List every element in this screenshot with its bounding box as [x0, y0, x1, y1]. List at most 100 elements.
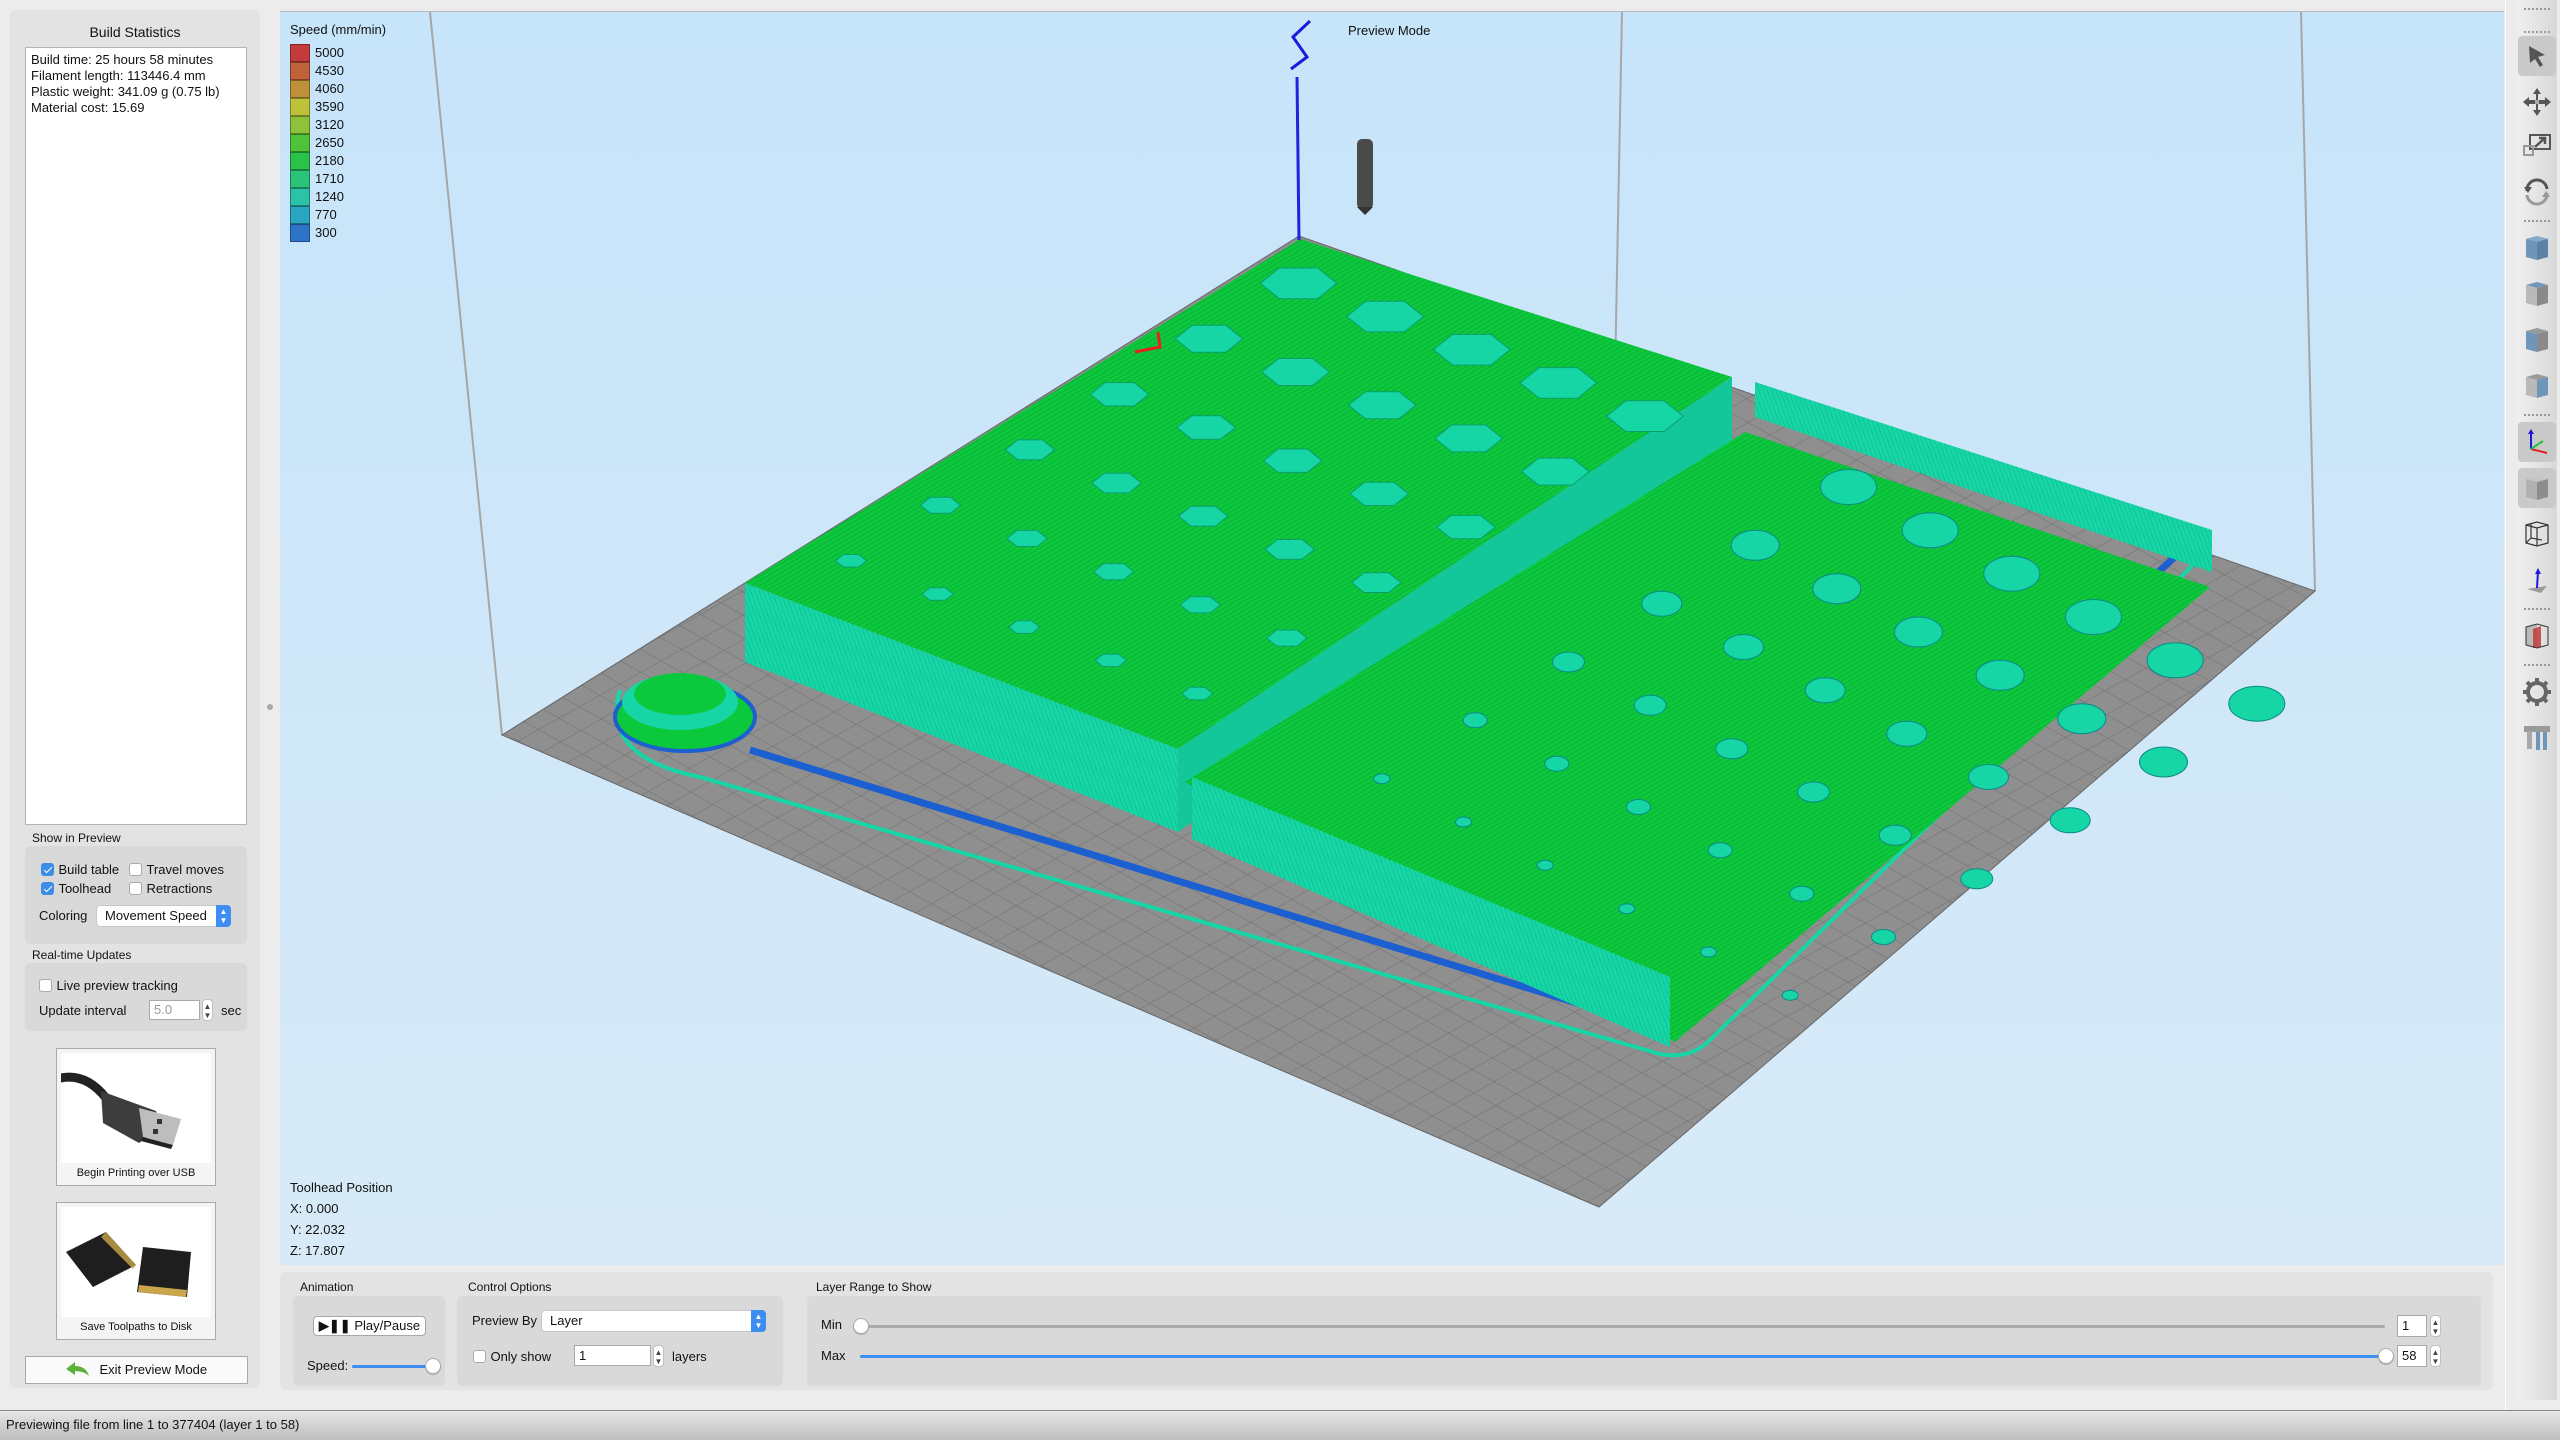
toolhead-x: X: 0.000 — [290, 1201, 339, 1216]
max-layer-slider-track[interactable] — [860, 1355, 2385, 1358]
build-table-label: Build table — [58, 862, 120, 877]
rotate-icon — [2524, 178, 2550, 206]
play-pause-button[interactable]: ▶❚❚ Play/Pause — [313, 1316, 426, 1336]
section-view-button[interactable] — [2518, 616, 2556, 656]
axes-icon — [2528, 429, 2548, 454]
legend-value: 3590 — [315, 99, 344, 114]
round-hole — [1894, 616, 1943, 648]
speed-legend-title: Speed (mm/min) — [290, 22, 387, 37]
legend-swatch — [290, 170, 310, 188]
round-hole — [1536, 859, 1554, 871]
travel-moves-check[interactable] — [129, 863, 142, 876]
update-interval-input[interactable]: 5.0 — [149, 1000, 200, 1020]
right-toolbar — [2505, 0, 2560, 1410]
view-top-button[interactable] — [2518, 274, 2556, 314]
legend-value: 2180 — [315, 153, 344, 168]
cube-right-icon — [2526, 374, 2548, 398]
toolhead-check[interactable] — [41, 882, 54, 895]
speed-slider-knob[interactable] — [425, 1358, 441, 1374]
supports-button[interactable] — [2518, 718, 2556, 758]
max-label: Max — [821, 1348, 846, 1363]
toolhead-checkbox[interactable]: Toolhead — [41, 880, 111, 898]
only-show-checkbox[interactable]: Only show — [473, 1348, 551, 1366]
round-hole — [1552, 651, 1585, 673]
max-layer-stepper[interactable]: ▲ ▼ — [2430, 1345, 2441, 1367]
live-tracking-checkbox[interactable]: Live preview tracking — [39, 977, 178, 995]
play-pause-icon: ▶❚❚ — [318, 1318, 351, 1333]
status-text: Previewing file from line 1 to 377404 (l… — [6, 1417, 300, 1432]
rotate-tool-button[interactable] — [2518, 172, 2556, 212]
toggle-axes-button[interactable] — [2518, 422, 2556, 462]
only-show-check[interactable] — [473, 1350, 486, 1363]
legend-value: 3120 — [315, 117, 344, 132]
animation-group: ▶❚❚ Play/Pause Speed: — [293, 1296, 445, 1386]
retractions-checkbox[interactable]: Retractions — [129, 880, 212, 898]
max-layer-input[interactable]: 58 — [2397, 1345, 2427, 1367]
min-layer-slider-knob[interactable] — [853, 1318, 869, 1334]
status-bar: Previewing file from line 1 to 377404 (l… — [0, 1410, 2560, 1440]
travel-moves-checkbox[interactable]: Travel moves — [129, 861, 224, 879]
coloring-select[interactable]: Movement Speed ▲ ▼ — [96, 905, 231, 927]
legend-swatch — [290, 152, 310, 170]
scale-tool-button[interactable] — [2518, 126, 2556, 166]
only-show-layers-stepper[interactable]: ▲ ▼ — [653, 1345, 664, 1367]
toolbar-grip[interactable] — [2524, 31, 2550, 33]
max-layer-slider-knob[interactable] — [2378, 1348, 2394, 1364]
wireframe-cube-icon — [2525, 521, 2549, 547]
select-tool-button[interactable] — [2518, 36, 2556, 76]
cube-iso-icon — [2526, 236, 2548, 260]
update-interval-stepper[interactable]: ▲ ▼ — [202, 999, 213, 1021]
volume-edge-left — [429, 12, 503, 736]
round-hole — [2139, 746, 2188, 778]
round-hole — [1715, 738, 1749, 760]
min-layer-stepper[interactable]: ▲ ▼ — [2430, 1315, 2441, 1337]
toggle-solid-button[interactable] — [2518, 468, 2556, 508]
round-hole — [1975, 659, 2025, 691]
retractions-check[interactable] — [129, 882, 142, 895]
round-hole — [1700, 946, 1717, 958]
speed-slider-track[interactable] — [352, 1365, 432, 1368]
normal-arrow-icon — [2527, 568, 2547, 593]
toolbar-collapsed-item[interactable] — [2518, 0, 2556, 22]
legend-swatch — [290, 62, 310, 80]
toolhead-label: Toolhead — [58, 881, 112, 896]
panel-splitter[interactable] — [262, 10, 278, 1390]
toggle-wireframe-button[interactable] — [2518, 514, 2556, 554]
settings-button[interactable] — [2518, 672, 2556, 712]
splitter-handle[interactable] — [267, 704, 273, 710]
live-tracking-check[interactable] — [39, 979, 52, 992]
round-hole — [2049, 807, 2091, 834]
retractions-label: Retractions — [146, 881, 213, 896]
view-iso-button[interactable] — [2518, 228, 2556, 268]
round-hole — [1968, 764, 2009, 790]
round-hole — [1886, 720, 1928, 747]
disk-caption: Save Toolpaths to Disk — [80, 1321, 192, 1333]
toolbar-separator — [2524, 608, 2550, 610]
toggle-normals-button[interactable] — [2518, 560, 2556, 600]
sd-card-image — [61, 1207, 211, 1317]
exit-preview-mode-button[interactable]: Exit Preview Mode — [25, 1356, 248, 1384]
view-front-button[interactable] — [2518, 320, 2556, 360]
preview-mode-label: Preview Mode — [1348, 23, 1431, 38]
coloring-label: Coloring — [39, 908, 88, 923]
realtime-updates-group: Live preview tracking Update interval 5.… — [25, 963, 247, 1031]
exit-preview-label: Exit Preview Mode — [99, 1362, 208, 1377]
begin-printing-usb-button[interactable]: Begin Printing over USB — [56, 1048, 216, 1186]
legend-value: 5000 — [315, 45, 344, 60]
3d-viewport[interactable]: Speed (mm/min) Preview Mode Toolhead Pos… — [280, 11, 2504, 1265]
min-layer-input[interactable]: 1 — [2397, 1315, 2427, 1337]
cursor-arrow-icon — [2529, 46, 2545, 67]
min-layer-slider-track[interactable] — [860, 1325, 2385, 1328]
build-table-checkbox[interactable]: Build table — [41, 861, 119, 879]
round-hole — [1730, 529, 1780, 561]
preview-by-select[interactable]: Layer ▲ ▼ — [541, 1310, 766, 1332]
toolbar-separator — [2524, 664, 2550, 666]
move-tool-button[interactable] — [2518, 82, 2556, 122]
save-toolpaths-disk-button[interactable]: Save Toolpaths to Disk — [56, 1202, 216, 1340]
view-right-button[interactable] — [2518, 366, 2556, 406]
bottom-panel: Animation ▶❚❚ Play/Pause Speed: Control … — [280, 1272, 2493, 1390]
only-show-layers-input[interactable]: 1 — [574, 1345, 651, 1366]
stat-material-cost: Material cost: 15.69 — [31, 100, 145, 115]
build-scene[interactable] — [280, 12, 2504, 1265]
build-table-check[interactable] — [41, 863, 54, 876]
